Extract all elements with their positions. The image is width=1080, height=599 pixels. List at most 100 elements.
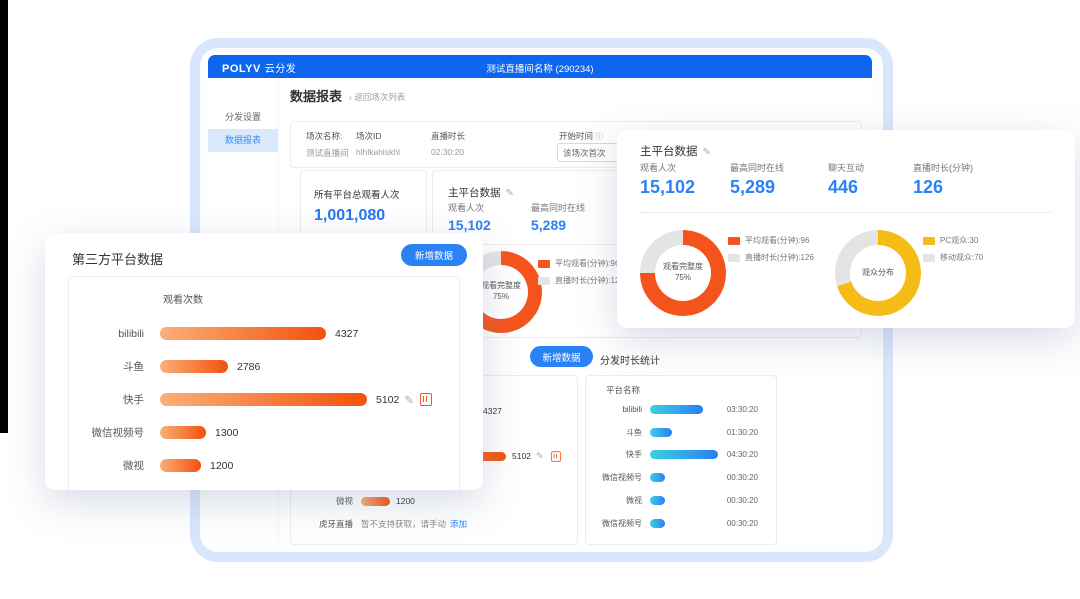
edit-icon[interactable]: ✎ [703,147,711,158]
legend-row: PC观众:30 [923,235,983,246]
bar [361,497,390,506]
edit-icon[interactable]: ✎ [506,188,514,199]
session-name-label: 场次名称: [306,130,342,142]
bar-category-label: 微信视频号 [586,518,642,529]
session-name-value: 测试直播间 [306,147,349,159]
bar-value: 2786 [237,361,260,373]
stat-value: 446 [828,177,864,198]
legend-swatch [538,260,550,268]
page-title: 数据报表 [290,86,342,105]
stat-label: 直播时长(分钟) [913,161,973,174]
legend-row: 平均观看(分钟):96 [538,258,624,269]
bar-value: 1200 [396,496,415,506]
screenshot-stage: 测试直播间名称 (290234) POLYV云分发 分发设置 数据报表 数据报表… [0,0,1080,599]
legend-label: 移动观众:70 [940,252,983,263]
bar-category-label: 斗鱼 [69,359,144,374]
bar [650,405,703,414]
divider [640,212,1052,213]
bar-category-label: 快手 [69,392,144,407]
bar-row: 微信视频号1300 [69,416,459,449]
stat-value: 5,289 [531,217,585,233]
stat-label: 观看人次 [640,161,695,174]
bar-row: 斗鱼 2786 [69,350,459,383]
add-manually-link[interactable]: 添加 [450,518,467,530]
bar-time-value: 00:30:20 [727,496,758,505]
donut-center-value: 75% [675,273,691,284]
sidebar-item-data-report[interactable]: 数据报表 [208,129,278,152]
main-platform-title: 主平台数据✎ [640,143,711,159]
stat-value: 5,289 [730,177,784,198]
watch-completion-legend: 平均观看(分钟):96 直播时长(分钟):126 [538,258,624,292]
bar-time-value: 03:30:20 [727,405,758,414]
delete-icon[interactable] [420,393,432,406]
watch-completion-donut: 观看完整度75% [640,230,726,316]
third-party-floating-card: 第三方平台数据 新增数据 观看次数 bilibili4327 斗鱼 2786 快手51… [45,233,483,490]
platform-name-header: 平台名称 [606,384,640,396]
stat-0: 观看人次15,102 [448,201,491,233]
bar [160,327,326,340]
bar-value: 5102 [512,451,531,461]
total-views-value: 1,001,080 [314,207,385,225]
third-party-card-title: 第三方平台数据 [72,249,163,268]
bar-row: 快手5102✎ [69,383,459,416]
live-duration-label: 直播时长 [431,130,465,142]
bar-category-label: 斗鱼 [586,427,642,438]
bar-value: 4327 [483,406,502,416]
views-chart-title: 观看次数 [163,291,203,306]
audience-distribution-legend: PC观众:30 移动观众:70 [923,235,983,269]
bar-category-label: 微视 [586,495,642,506]
bar-time-value: 00:30:20 [727,473,758,482]
donut-center-text: 观众分布 [862,268,894,279]
unsupported-note: 暂不支持获取，请手动 [361,518,446,530]
sidebar-item-distribution-settings[interactable]: 分发设置 [208,106,278,129]
donut-center-text: 观看完整度 [481,281,521,292]
edit-icon[interactable]: ✎ [536,451,544,462]
distribution-section-title: 分发时长统计 [600,352,660,367]
stat-label: 最高同时在线 [531,201,585,214]
start-time-label: 开始时间ⓘ [559,130,603,142]
edit-icon[interactable]: ✎ [404,393,414,407]
bar-category-label: 微信视频号 [586,472,642,483]
live-duration-value: 02:30:20 [431,147,464,157]
legend-row: 移动观众:70 [923,252,983,263]
watch-completion-legend: 平均观看(分钟):96 直播时长(分钟):126 [728,235,814,269]
legend-swatch [923,254,935,262]
info-icon: ⓘ [595,132,603,141]
main-platform-floating-card: 主平台数据✎ 观看人次15,102最高同时在线5,289聊天互动446直播时长(… [617,130,1075,328]
third-party-bar-rows: bilibili4327斗鱼2786快手5102✎微信视频号1300微视1200 [69,317,459,482]
add-data-button[interactable]: 新增数据 [401,244,467,266]
bar-row: bilibili03:30:20 [586,398,776,421]
bar-row: 微信视频号 00:30:20 [586,466,776,489]
total-views-title: 所有平台总观看人次 [314,187,400,201]
bar [160,360,228,373]
back-to-sessions-link[interactable]: ‹ 返回场次列表 [349,91,405,103]
stat-1: 最高同时在线 5,289 [531,201,585,233]
bar-row: bilibili4327 [69,317,459,350]
unsupported-row: 虎牙直播暂不支持获取，请手动添加 [291,513,577,536]
stat-value: 15,102 [448,217,491,233]
add-data-button[interactable]: 新增数据 [530,346,593,367]
donut-center-label: 观看完整度75% [640,230,726,316]
app-header: 测试直播间名称 (290234) POLYV云分发 [208,55,872,78]
bar-value: 4327 [335,328,358,340]
bar-row: 斗鱼 01:30:20 [586,421,776,444]
legend-label: 直播时长(分钟):126 [555,275,624,286]
session-id-label: 场次ID [356,130,382,142]
legend-swatch [538,277,550,285]
stat-2: 聊天互动446 [828,161,864,198]
delete-icon[interactable] [551,451,561,461]
legend-row: 直播时长(分钟):126 [538,275,624,286]
bar [650,473,665,482]
bar-time-value: 01:30:20 [727,428,758,437]
legend-row: 平均观看(分钟):96 [728,235,814,246]
legend-row: 直播时长(分钟):126 [728,252,814,263]
bar [160,393,367,406]
distribution-duration-panel: 平台名称 bilibili03:30:20斗鱼01:30:20快手04:30:2… [585,375,777,545]
legend-label: 平均观看(分钟):96 [745,235,809,246]
bar-time-value: 04:30:20 [727,450,758,459]
session-id-value: hlhlkahlskhl [356,147,400,157]
bar [160,426,206,439]
audience-distribution-donut: 观众分布 [835,230,921,316]
bar [650,519,665,528]
start-time-dropdown[interactable]: 该场次首次 [557,143,623,162]
